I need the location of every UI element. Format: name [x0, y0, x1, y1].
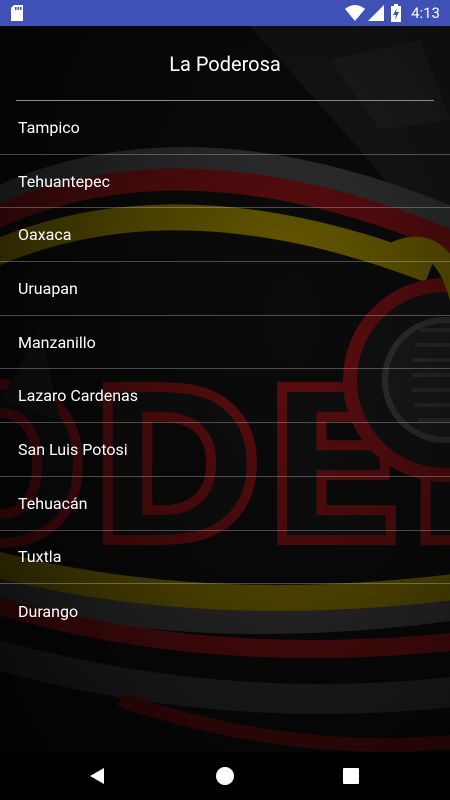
- list-item-city[interactable]: Tampico: [0, 101, 450, 155]
- list-item-city[interactable]: Uruapan: [0, 262, 450, 316]
- list-item-city[interactable]: San Luis Potosi: [0, 423, 450, 477]
- list-item-city[interactable]: Tehuacán: [0, 477, 450, 531]
- list-item-city[interactable]: Manzanillo: [0, 316, 450, 370]
- city-list: Tampico Tehuantepec Oaxaca Uruapan Manza…: [0, 101, 450, 638]
- navigation-bar: [0, 752, 450, 800]
- list-item-city[interactable]: Oaxaca: [0, 208, 450, 263]
- list-item-city[interactable]: Lazaro Cardenas: [0, 369, 450, 424]
- recents-icon[interactable]: [342, 767, 360, 785]
- back-icon[interactable]: [88, 766, 108, 786]
- app-screen: ODER 4:13 La Poderosa: [0, 0, 450, 800]
- wifi-icon: [345, 5, 365, 21]
- list-item-city[interactable]: Tuxtla: [0, 531, 450, 585]
- sd-card-icon: [11, 5, 23, 21]
- home-icon[interactable]: [215, 766, 235, 786]
- signal-icon: [368, 5, 384, 21]
- status-bar: 4:13: [0, 0, 450, 26]
- list-item-city[interactable]: Tehuantepec: [0, 155, 450, 209]
- battery-charging-icon: [391, 4, 401, 22]
- page-title: La Poderosa: [169, 52, 281, 76]
- status-clock: 4:13: [411, 4, 440, 22]
- list-item-city[interactable]: Durango: [0, 584, 450, 638]
